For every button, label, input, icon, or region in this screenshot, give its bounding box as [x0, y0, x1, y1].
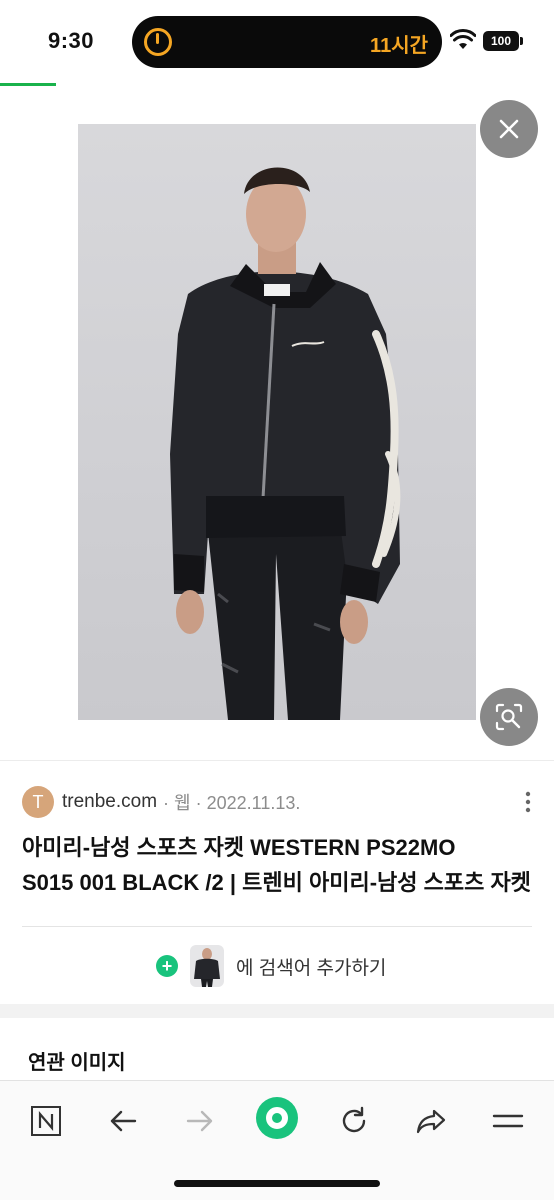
- image-search-icon: [495, 703, 523, 731]
- source-meta: · 웹 · 2022.11.13.: [163, 793, 301, 813]
- divider: [0, 760, 554, 761]
- battery-icon: 100: [483, 31, 523, 51]
- green-home-icon: [256, 1097, 298, 1139]
- jacket-photo-illustration: [170, 167, 401, 720]
- add-search-term-button[interactable]: + 에 검색어 추가하기: [156, 945, 386, 987]
- island-timer-text: 11시간: [370, 35, 428, 57]
- page-load-progress: [0, 83, 56, 86]
- forward-button[interactable]: [178, 1099, 222, 1143]
- site-favicon: T: [22, 786, 54, 818]
- plus-icon: +: [156, 955, 178, 977]
- dynamic-island[interactable]: 11시간: [132, 16, 442, 68]
- close-icon: [499, 119, 519, 139]
- more-options-icon[interactable]: [522, 790, 534, 814]
- product-image[interactable]: [78, 124, 476, 720]
- back-icon: [110, 1110, 137, 1132]
- section-separator: [0, 1004, 554, 1018]
- result-title-line-2: S015 001 BLACK /2 | 트렌비 아미리-남성 스포츠 자켓: [22, 870, 531, 895]
- naver-home-button[interactable]: [24, 1099, 68, 1143]
- result-title-line-1: 아미리-남성 스포츠 자켓 WESTERN PS22MO: [22, 835, 456, 860]
- share-icon: [416, 1109, 446, 1134]
- result-title[interactable]: 아미리-남성 스포츠 자켓 WESTERN PS22MO S015 001 BL…: [22, 830, 532, 900]
- share-button[interactable]: [409, 1099, 453, 1143]
- thumbnail: [190, 945, 224, 987]
- source-name[interactable]: trenbe.com: [62, 791, 157, 813]
- refresh-button[interactable]: [332, 1099, 376, 1143]
- refresh-icon: [342, 1106, 366, 1133]
- status-bar: 9:30 11시간 100: [0, 0, 554, 84]
- menu-icon: [492, 1114, 524, 1128]
- clock: 9:30: [48, 28, 95, 53]
- forward-icon: [186, 1110, 213, 1132]
- add-search-term-label: 에 검색어 추가하기: [236, 957, 387, 979]
- image-search-button[interactable]: [480, 688, 538, 746]
- naver-n-icon: [31, 1106, 61, 1136]
- divider: [22, 926, 532, 927]
- home-indicator: [174, 1180, 380, 1187]
- menu-button[interactable]: [486, 1099, 530, 1143]
- wifi-icon: [450, 29, 476, 49]
- source-row[interactable]: T trenbe.com · 웹 · 2022.11.13.: [22, 786, 300, 818]
- close-button[interactable]: [480, 100, 538, 158]
- green-dot-button[interactable]: [254, 1095, 300, 1141]
- related-images-heading: 연관 이미지: [28, 1052, 126, 1074]
- timer-icon: [144, 28, 172, 56]
- back-button[interactable]: [101, 1099, 145, 1143]
